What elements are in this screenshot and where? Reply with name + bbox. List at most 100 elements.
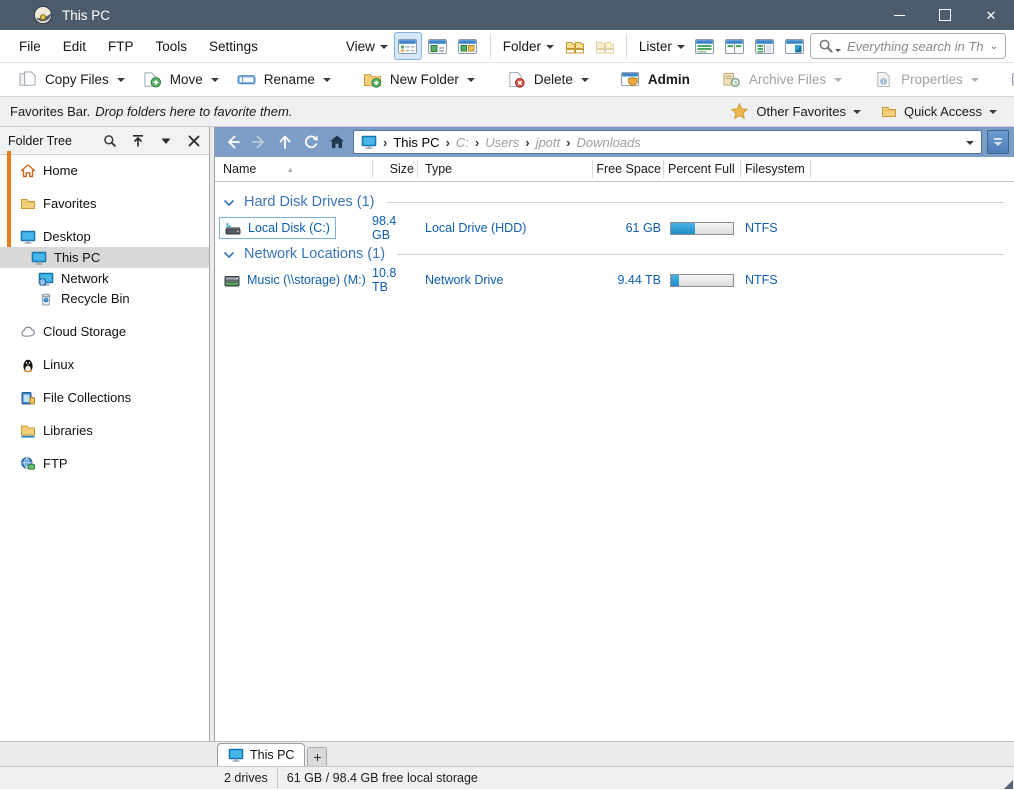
column-divider[interactable] [417,160,418,178]
lister-dropdown[interactable]: Lister [634,39,690,54]
chevron-down-icon[interactable] [210,78,219,82]
refresh-button[interactable] [298,129,323,155]
minimize-button[interactable] [876,0,922,30]
tree-search-button[interactable] [99,130,121,152]
resize-grip[interactable] [1004,780,1013,789]
copy-files-button[interactable]: Copy Files [9,68,134,91]
breadcrumb[interactable]: › This PC › C: › Users › jpott › Downloa… [353,130,982,154]
menu-file[interactable]: File [8,39,52,54]
column-divider[interactable] [663,160,664,178]
new-tab-button[interactable]: + [307,747,328,766]
refresh-icon [303,134,319,150]
file-name-cell[interactable]: Music (\\storage) (M:) [219,269,371,291]
new-folder-button[interactable]: New Folder [354,68,484,91]
quick-access-button[interactable]: Quick Access [874,102,1004,122]
column-name[interactable]: Name ▲ [223,157,294,181]
folder-tabs-icon [565,38,584,55]
other-favorites-button[interactable]: Other Favorites [723,101,868,122]
slideshow-button[interactable]: Slideshow [1002,68,1014,91]
admin-button[interactable]: Admin [612,68,699,91]
lister-dual-horizontal-icon [755,38,774,55]
column-name-label: Name [223,162,257,176]
menu-settings[interactable]: Settings [198,39,269,54]
file-row-music-m[interactable]: Music (\\storage) (M:) 10.8 TB Network D… [215,266,1014,294]
tree-item-network[interactable]: Network [0,268,209,289]
tree-item-libraries[interactable]: Libraries [0,420,209,441]
column-divider[interactable] [740,160,741,178]
folder-tabs-button[interactable] [560,32,588,60]
forward-button[interactable] [246,129,271,155]
search-input[interactable] [845,37,986,55]
lister-single-button[interactable] [691,32,719,60]
maximize-button[interactable] [922,0,968,30]
view-thumbnail-button[interactable] [454,32,482,60]
menu-tools[interactable]: Tools [145,39,199,54]
group-hard-disk-drives[interactable]: Hard Disk Drives (1) [215,190,1014,214]
tree-item-cloud-storage[interactable]: Cloud Storage [0,321,209,342]
up-button[interactable] [272,129,297,155]
folder-dropdown[interactable]: Folder [498,39,559,54]
chevron-down-icon[interactable] [580,78,589,82]
column-divider[interactable] [372,160,373,178]
folder-sync-button[interactable] [590,32,618,60]
location-bar: › This PC › C: › Users › jpott › Downloa… [215,127,1014,157]
lister-dual-vertical-button[interactable] [721,32,749,60]
tree-item-favorites[interactable]: Favorites [0,193,209,214]
breadcrumb-downloads[interactable]: Downloads [576,135,640,150]
menu-ftp[interactable]: FTP [97,39,145,54]
column-size[interactable]: Size [372,157,414,181]
network-icon [38,271,54,287]
column-type[interactable]: Type [425,157,452,181]
close-button[interactable]: ✕ [968,0,1014,30]
tree-options-button[interactable] [155,130,177,152]
menu-edit[interactable]: Edit [52,39,97,54]
view-details-button[interactable] [393,32,422,60]
breadcrumb-c-drive[interactable]: C: [456,135,469,150]
tree-item-home[interactable]: Home [0,160,209,181]
chevron-down-icon[interactable] [322,78,331,82]
delete-button[interactable]: Delete [498,68,598,91]
tree-close-button[interactable] [183,130,205,152]
column-free-space[interactable]: Free Space [595,157,661,181]
path-options-button[interactable] [987,130,1009,154]
back-button[interactable] [220,129,245,155]
breadcrumb-dropdown-icon[interactable] [966,140,974,145]
search-icon [818,38,834,54]
archive-files-button[interactable]: Archive Files [713,68,851,91]
file-type: Local Drive (HDD) [425,221,527,235]
properties-button[interactable]: Properties [865,68,988,91]
column-filesystem[interactable]: Filesystem [745,157,805,181]
tree-item-file-collections[interactable]: File Collections [0,387,209,408]
view-tile-button[interactable] [424,32,452,60]
file-row-local-disk-c[interactable]: Local Disk (C:) 98.4 GB Local Drive (HDD… [215,214,1014,242]
column-divider[interactable] [810,160,811,178]
breadcrumb-users[interactable]: Users [485,135,519,150]
group-divider-line [386,201,1004,203]
sort-ascending-icon: ▲ [286,164,295,174]
folder-icon [881,104,897,120]
rename-button[interactable]: Rename [228,68,340,91]
tab-this-pc[interactable]: This PC [217,743,306,766]
tree-item-linux[interactable]: Linux [0,354,209,375]
home-button[interactable] [324,129,349,155]
view-dropdown[interactable]: View [341,39,393,54]
tree-collapse-all-button[interactable] [127,130,149,152]
chevron-down-icon[interactable] [116,78,125,82]
column-divider[interactable] [592,160,593,178]
tree-item-recycle-bin[interactable]: Recycle Bin [0,288,209,309]
tree-item-label: FTP [43,456,68,471]
breadcrumb-this-pc[interactable]: This PC [393,135,439,150]
search-history-chevron-icon[interactable]: ⌄ [990,41,998,52]
chevron-down-icon[interactable] [466,78,475,82]
file-name-cell[interactable]: Local Disk (C:) [219,217,336,239]
group-network-locations[interactable]: Network Locations (1) [215,242,1014,266]
column-percent-full[interactable]: Percent Full [668,157,735,181]
tree-item-ftp[interactable]: FTP [0,453,209,474]
search-box[interactable]: ⌄ [810,33,1006,59]
tree-item-this-pc[interactable]: This PC [0,247,209,268]
lister-viewer-button[interactable] [781,32,809,60]
breadcrumb-jpott[interactable]: jpott [536,135,561,150]
lister-dual-horizontal-button[interactable] [751,32,779,60]
tree-item-desktop[interactable]: Desktop [0,226,209,247]
move-button[interactable]: Move [134,68,228,91]
